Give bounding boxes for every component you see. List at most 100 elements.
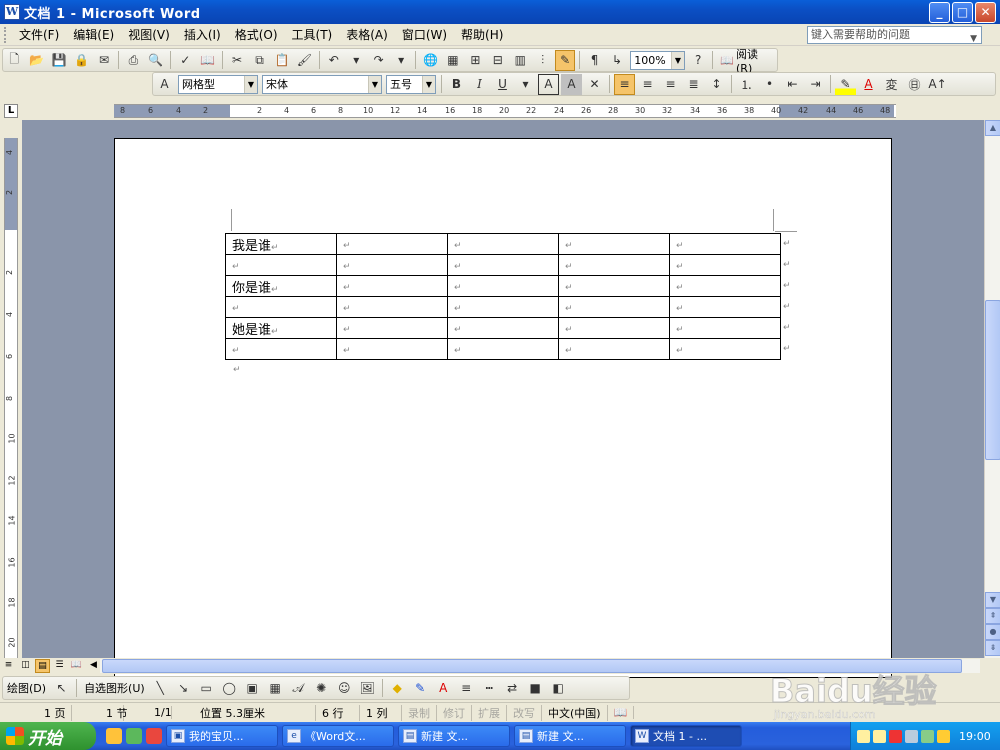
italic-icon[interactable]: I [469, 74, 490, 95]
chevron-down-icon[interactable]: ▼ [670, 51, 684, 69]
table-cell[interactable]: ↵ [336, 317, 448, 339]
format-painter-icon[interactable]: 🖌 [294, 50, 314, 71]
chevron-down-icon[interactable]: ▼ [422, 75, 435, 93]
table-cell[interactable]: ↵ [225, 296, 337, 318]
insert-excel-icon[interactable]: ⊟ [488, 50, 508, 71]
numbering-icon[interactable]: ⒈ [736, 74, 757, 95]
email-icon[interactable]: ✉ [94, 50, 114, 71]
3d-style-icon[interactable]: ◧ [548, 678, 569, 699]
table-cell[interactable]: ↵ [558, 275, 670, 297]
task-button[interactable]: ▤ 新建 文... [514, 725, 626, 747]
table-cell[interactable]: ↵ [336, 254, 448, 276]
table-cell[interactable]: ↵ [669, 254, 781, 276]
spelling-status-icon[interactable]: 📖 [608, 706, 635, 719]
shadow-style-icon[interactable]: ■ [525, 678, 546, 699]
print-icon[interactable]: ⎙ [123, 50, 143, 71]
char-border-icon[interactable]: A [538, 73, 559, 95]
styles-pane-icon[interactable]: A [154, 74, 175, 95]
open-folder-icon[interactable]: 📂 [26, 50, 46, 71]
outline-view-icon[interactable]: ☰ [52, 659, 67, 673]
task-button-active[interactable]: W 文档 1 - ... [630, 725, 742, 747]
select-objects-icon[interactable]: ↖ [51, 678, 72, 699]
enclose-char-icon[interactable]: ㊐ [904, 74, 925, 95]
justify-icon[interactable]: ≣ [683, 74, 704, 95]
undo-icon[interactable]: ↶ [324, 50, 344, 71]
wordart-icon[interactable]: 𝒜 [288, 678, 309, 699]
line-spacing-icon[interactable]: ↕ [706, 74, 727, 95]
qq-icon[interactable] [873, 729, 886, 743]
paste-icon[interactable]: 📋 [272, 50, 292, 71]
quick-launch-icon[interactable] [106, 728, 122, 744]
table-cell[interactable]: ↵ [447, 317, 559, 339]
redo-dropdown-icon[interactable]: ▾ [391, 50, 411, 71]
align-center-icon[interactable]: ≡ [637, 74, 658, 95]
chevron-down-icon[interactable]: ▼ [970, 31, 977, 47]
tray-app-icon[interactable] [889, 729, 902, 743]
copy-icon[interactable]: ⧉ [249, 50, 269, 71]
decrease-indent-icon[interactable]: ⇤ [782, 74, 803, 95]
reading-view-icon[interactable]: 📖 [69, 659, 84, 673]
zoom-select[interactable]: 100% ▼ [630, 50, 685, 70]
font-select[interactable]: 宋体 ▼ [262, 74, 382, 94]
security-icon[interactable] [937, 729, 950, 743]
grow-font-icon[interactable]: A↑ [927, 74, 948, 95]
draw-menu-button[interactable]: 绘图(D) [3, 680, 50, 696]
task-button[interactable]: e 《Word文... [282, 725, 394, 747]
task-button[interactable]: ▣ 我的宝贝... [166, 725, 278, 747]
autoshapes-button[interactable]: 自选图形(U) [80, 680, 149, 696]
table-cell[interactable]: ↵ [669, 338, 781, 360]
qq-icon[interactable] [857, 729, 870, 743]
scroll-thumb[interactable] [985, 300, 1000, 460]
normal-view-icon[interactable]: ≡ [1, 659, 16, 673]
prev-page-button[interactable]: ⇞ [985, 608, 1000, 624]
horizontal-ruler[interactable]: 8 6 4 2 2 4 6 8 10 12 14 16 18 20 22 24 … [114, 104, 896, 118]
chevron-down-icon[interactable]: ▼ [244, 75, 257, 93]
hyperlink-icon[interactable]: 🌐 [420, 50, 440, 71]
table-cell[interactable]: ↵ [447, 275, 559, 297]
table-cell[interactable]: ↵ [558, 338, 670, 360]
research-icon[interactable]: 📖 [197, 50, 217, 71]
underline-dropdown-icon[interactable]: ▾ [515, 74, 536, 95]
undo-dropdown-icon[interactable]: ▾ [346, 50, 366, 71]
status-track-changes[interactable]: 修订 [437, 704, 472, 721]
dash-style-icon[interactable]: ┅ [479, 678, 500, 699]
scroll-left-button[interactable]: ◀ [86, 659, 101, 673]
cut-icon[interactable]: ✂ [227, 50, 247, 71]
font-color-icon[interactable]: A [858, 74, 879, 95]
table-cell[interactable]: ↵ [336, 275, 448, 297]
clip-art-icon[interactable]: ☺ [334, 678, 355, 699]
quick-launch-icon[interactable] [126, 728, 142, 744]
highlight-icon[interactable]: ✎ [835, 73, 856, 95]
menu-file[interactable]: 文件(F) [12, 26, 66, 43]
menubar-grip[interactable] [4, 26, 8, 43]
increase-indent-icon[interactable]: ⇥ [805, 74, 826, 95]
table-cell[interactable]: ↵ [558, 296, 670, 318]
phonetic-guide-icon[interactable]: 変 [881, 74, 902, 95]
align-left-icon[interactable]: ≡ [614, 73, 635, 95]
menu-tools[interactable]: 工具(T) [285, 26, 340, 43]
font-size-select[interactable]: 五号 ▼ [386, 74, 436, 94]
table-cell[interactable]: 你是谁↵ [225, 275, 337, 297]
char-shading-icon[interactable]: A [561, 73, 582, 95]
tab-selector[interactable]: L [4, 104, 18, 118]
table-cell[interactable]: ↵ [447, 296, 559, 318]
table-cell[interactable]: ↵ [336, 233, 448, 255]
bullets-icon[interactable]: • [759, 74, 780, 95]
start-button[interactable]: 开始 [0, 722, 96, 750]
help-icon[interactable]: ? [688, 50, 708, 71]
table-cell[interactable]: ↵ [558, 317, 670, 339]
vertical-text-box-icon[interactable]: ▦ [265, 678, 286, 699]
save-icon[interactable]: 💾 [49, 50, 69, 71]
menu-help[interactable]: 帮助(H) [454, 26, 510, 43]
permission-icon[interactable]: 🔒 [71, 50, 91, 71]
menu-view[interactable]: 视图(V) [121, 26, 177, 43]
table-cell[interactable]: ↵ [669, 296, 781, 318]
arrow-style-icon[interactable]: ⇄ [502, 678, 523, 699]
table-cell[interactable]: ↵ [669, 317, 781, 339]
table-cell[interactable]: ↵ [447, 233, 559, 255]
new-document-icon[interactable]: 🗋 [4, 50, 24, 71]
underline-icon[interactable]: U [492, 74, 513, 95]
char-scale-icon[interactable]: ✕ [584, 74, 605, 95]
table-cell[interactable]: ↵ [447, 338, 559, 360]
network-icon[interactable] [921, 729, 934, 743]
